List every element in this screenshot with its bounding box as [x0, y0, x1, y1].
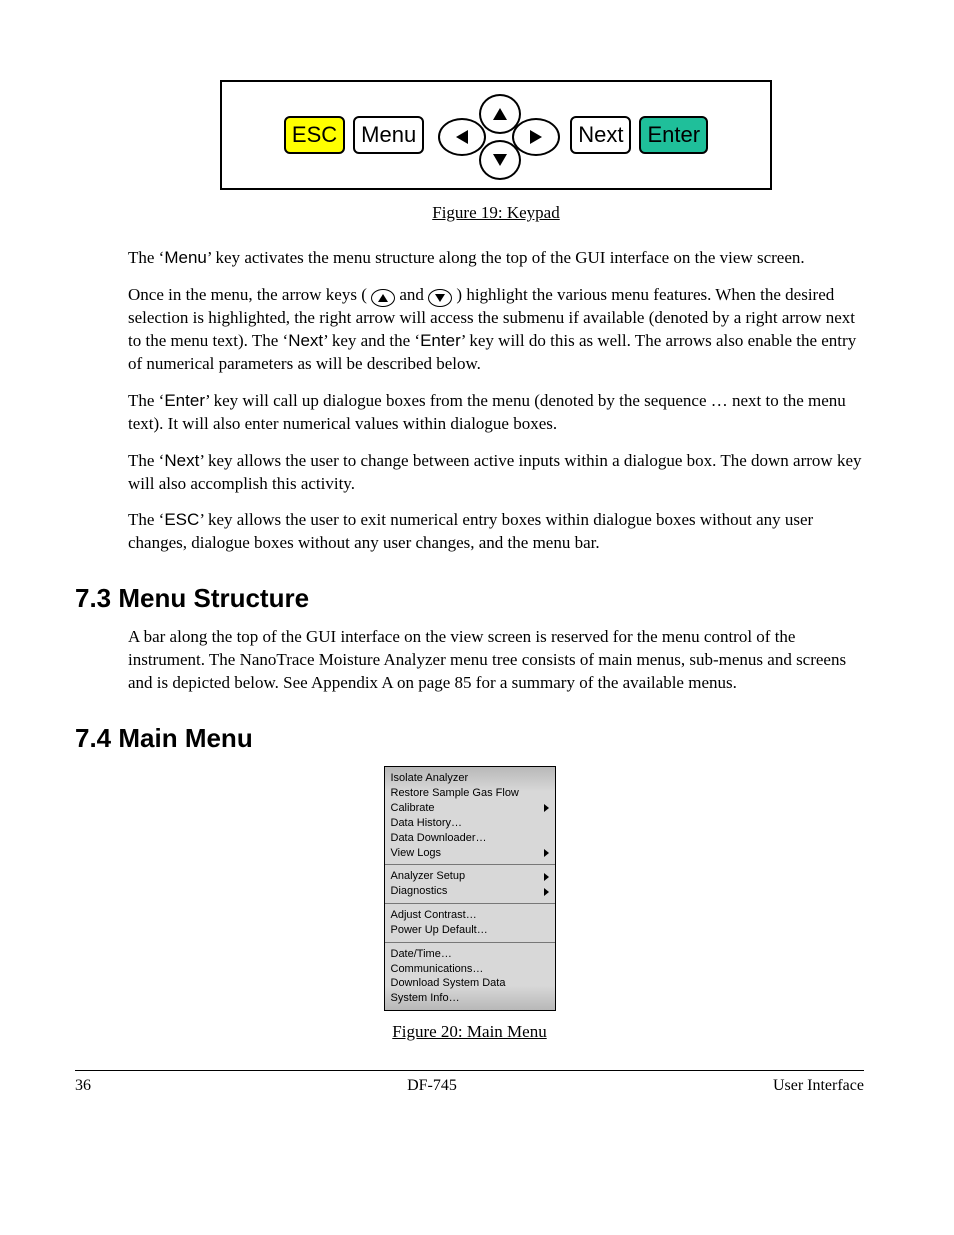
paragraph-next-key: The ‘Next’ key allows the user to change…	[128, 450, 864, 496]
menu-item: View Logs	[391, 846, 549, 861]
paragraph-arrow-keys: Once in the menu, the arrow keys ( and )…	[128, 284, 864, 376]
page-footer: 36 DF-745 User Interface	[75, 1075, 864, 1097]
arrow-left-key	[438, 118, 486, 156]
submenu-arrow-icon	[544, 849, 549, 857]
keypad-diagram: ESC Menu Next Enter	[220, 80, 772, 190]
menu-item: Data History…	[391, 816, 549, 831]
heading-7-4: 7.4 Main Menu	[75, 721, 864, 756]
menu-item: Calibrate	[391, 801, 549, 816]
menu-key: Menu	[353, 116, 424, 154]
figure-19-caption: Figure 19: Keypad	[128, 202, 864, 225]
submenu-arrow-icon	[544, 804, 549, 812]
footer-doc-id: DF-745	[407, 1075, 457, 1097]
menu-item: Diagnostics	[391, 884, 549, 899]
menu-item: Power Up Default…	[391, 923, 549, 938]
menu-item: Isolate Analyzer	[391, 771, 549, 786]
enter-key: Enter	[639, 116, 708, 154]
next-key: Next	[570, 116, 631, 154]
submenu-arrow-icon	[544, 888, 549, 896]
arrow-cluster	[432, 100, 562, 170]
menu-item: Restore Sample Gas Flow	[391, 786, 549, 801]
inline-down-arrow-icon	[428, 289, 452, 307]
main-menu-screenshot: Isolate Analyzer Restore Sample Gas Flow…	[384, 766, 556, 1011]
footer-page-number: 36	[75, 1075, 91, 1097]
submenu-arrow-icon	[544, 873, 549, 881]
menu-item: Date/Time…	[391, 947, 549, 962]
paragraph-esc-key: The ‘ESC’ key allows the user to exit nu…	[128, 509, 864, 555]
paragraph-enter-key: The ‘Enter’ key will call up dialogue bo…	[128, 390, 864, 436]
menu-item: Adjust Contrast…	[391, 908, 549, 923]
menu-item: Download System Data	[391, 976, 549, 991]
arrow-right-key	[512, 118, 560, 156]
menu-item: System Info…	[391, 991, 549, 1006]
heading-7-3: 7.3 Menu Structure	[75, 581, 864, 616]
footer-rule	[75, 1070, 864, 1071]
footer-section: User Interface	[773, 1075, 864, 1097]
paragraph-7-3: A bar along the top of the GUI interface…	[128, 626, 864, 695]
menu-item: Analyzer Setup	[391, 869, 549, 884]
figure-20-caption: Figure 20: Main Menu	[75, 1021, 864, 1044]
menu-item: Data Downloader…	[391, 831, 549, 846]
esc-key: ESC	[284, 116, 345, 154]
inline-up-arrow-icon	[371, 289, 395, 307]
menu-item: Communications…	[391, 962, 549, 977]
paragraph-menu-key: The ‘Menu’ key activates the menu struct…	[128, 247, 864, 270]
